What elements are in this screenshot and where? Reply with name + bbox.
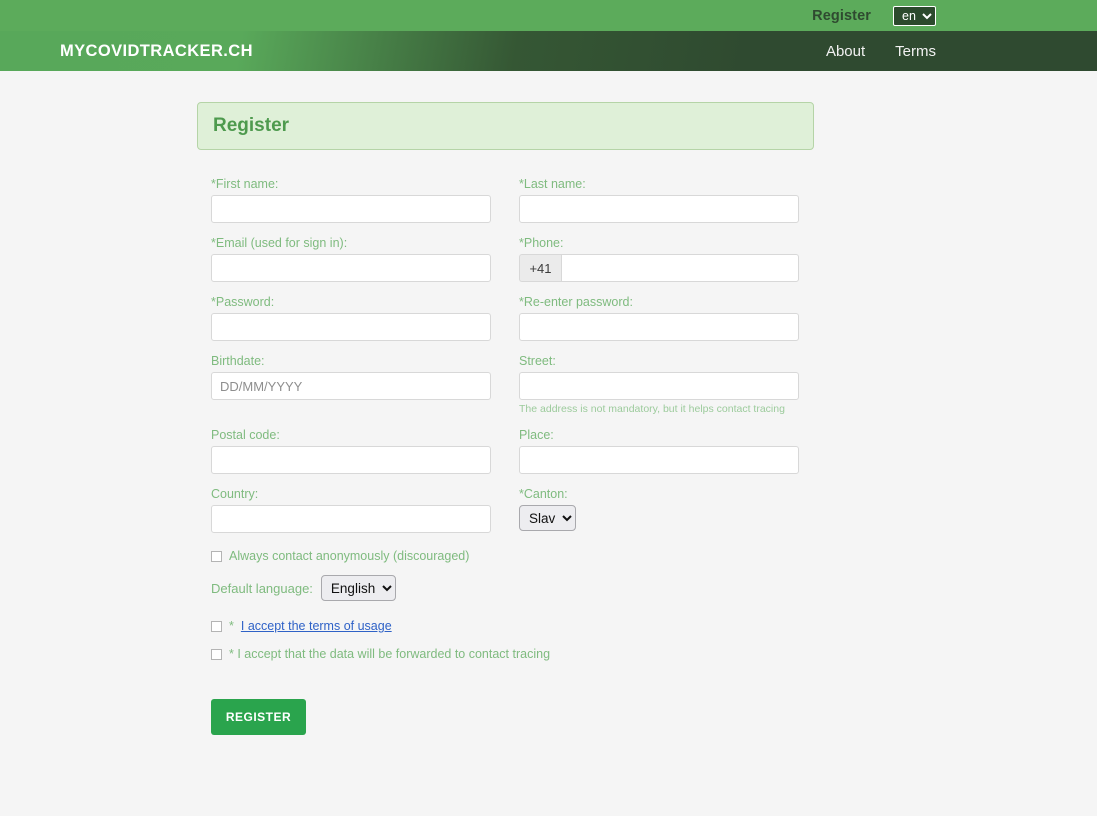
canton-select[interactable]: Slav xyxy=(519,505,576,531)
email-input[interactable] xyxy=(211,254,491,282)
form-row-passwords: *Password: *Re-enter password: xyxy=(197,282,814,341)
navbar-links: About Terms xyxy=(826,43,936,60)
field-group-phone: *Phone: +41 xyxy=(505,223,813,282)
terms-acceptance-checkbox[interactable] xyxy=(211,620,222,632)
last-name-input[interactable] xyxy=(519,195,799,223)
form-row-birthdate-street: Birthdate: Street: The address is not ma… xyxy=(197,341,814,415)
phone-input[interactable] xyxy=(561,254,799,282)
street-label: Street: xyxy=(519,354,556,368)
tracing-acceptance-row: * I accept that the data will be forward… xyxy=(211,647,800,661)
tracing-acceptance-checkbox[interactable] xyxy=(211,648,222,660)
field-group-first-name: *First name: xyxy=(197,164,505,223)
country-input[interactable] xyxy=(211,505,491,533)
password-confirm-input[interactable] xyxy=(519,313,799,341)
tracing-acceptance-label: * I accept that the data will be forward… xyxy=(229,647,551,661)
place-label: Place: xyxy=(519,428,554,442)
panel-header: Register xyxy=(197,102,814,150)
language-select[interactable]: en xyxy=(893,5,936,26)
topbar-register-link[interactable]: Register xyxy=(812,8,871,24)
last-name-label: *Last name: xyxy=(519,177,586,191)
field-group-street: Street: The address is not mandatory, bu… xyxy=(505,341,813,415)
site-brand[interactable]: MYCOVIDTRACKER.CH xyxy=(60,42,253,61)
default-language-row: Default language: English xyxy=(211,575,800,601)
password-input[interactable] xyxy=(211,313,491,341)
field-group-last-name: *Last name: xyxy=(505,164,813,223)
phone-input-group: +41 xyxy=(519,254,799,282)
field-group-password: *Password: xyxy=(197,282,505,341)
default-language-label: Default language: xyxy=(211,580,313,596)
postal-code-input[interactable] xyxy=(211,446,491,474)
form-row-postal-place: Postal code: Place: xyxy=(197,415,814,474)
email-label: *Email (used for sign in): xyxy=(211,236,348,250)
terms-required-marker: * xyxy=(229,619,234,633)
birthdate-input[interactable] xyxy=(211,372,491,400)
birthdate-label: Birthdate: xyxy=(211,354,265,368)
canton-label: *Canton: xyxy=(519,487,568,501)
page-content: Register *First name: *Last name: *Email… xyxy=(0,71,1097,746)
top-utility-bar: Register en xyxy=(0,0,1097,31)
anonymous-contact-checkbox[interactable] xyxy=(211,550,222,562)
form-row-names: *First name: *Last name: xyxy=(197,164,814,223)
register-form: *First name: *Last name: *Email (used fo… xyxy=(197,150,814,735)
field-group-postal-code: Postal code: xyxy=(197,415,505,474)
form-row-country-canton: Country: *Canton: Slav xyxy=(197,474,814,533)
country-label: Country: xyxy=(211,487,259,501)
form-options: Always contact anonymously (discouraged)… xyxy=(197,533,814,661)
street-input[interactable] xyxy=(519,372,799,400)
phone-label: *Phone: xyxy=(519,236,564,250)
field-group-email: *Email (used for sign in): xyxy=(197,223,505,282)
postal-code-label: Postal code: xyxy=(211,428,280,442)
field-group-canton: *Canton: Slav xyxy=(505,474,813,533)
anonymous-contact-label: Always contact anonymously (discouraged) xyxy=(229,549,470,563)
register-panel: Register *First name: *Last name: *Email… xyxy=(197,102,814,735)
anonymous-contact-row: Always contact anonymously (discouraged) xyxy=(211,549,800,563)
main-navbar: MYCOVIDTRACKER.CH About Terms xyxy=(0,31,1097,71)
field-group-country: Country: xyxy=(197,474,505,533)
field-group-password-confirm: *Re-enter password: xyxy=(505,282,813,341)
register-submit-button[interactable]: Register xyxy=(211,699,306,735)
password-label: *Password: xyxy=(211,295,275,309)
field-group-birthdate: Birthdate: xyxy=(197,341,505,415)
field-group-place: Place: xyxy=(505,415,813,474)
first-name-label: *First name: xyxy=(211,177,279,191)
form-row-contact: *Email (used for sign in): *Phone: +41 xyxy=(197,223,814,282)
page-title: Register xyxy=(213,115,290,136)
nav-link-about[interactable]: About xyxy=(826,43,865,60)
phone-prefix-addon: +41 xyxy=(519,254,561,282)
default-language-select[interactable]: English xyxy=(320,575,396,601)
password-confirm-label: *Re-enter password: xyxy=(519,295,633,309)
street-help-text: The address is not mandatory, but it hel… xyxy=(519,403,785,415)
terms-of-usage-link[interactable]: I accept the terms of usage xyxy=(241,619,392,633)
place-input[interactable] xyxy=(519,446,799,474)
terms-acceptance-row: * I accept the terms of usage xyxy=(211,619,800,633)
first-name-input[interactable] xyxy=(211,195,491,223)
nav-link-terms[interactable]: Terms xyxy=(895,43,936,60)
